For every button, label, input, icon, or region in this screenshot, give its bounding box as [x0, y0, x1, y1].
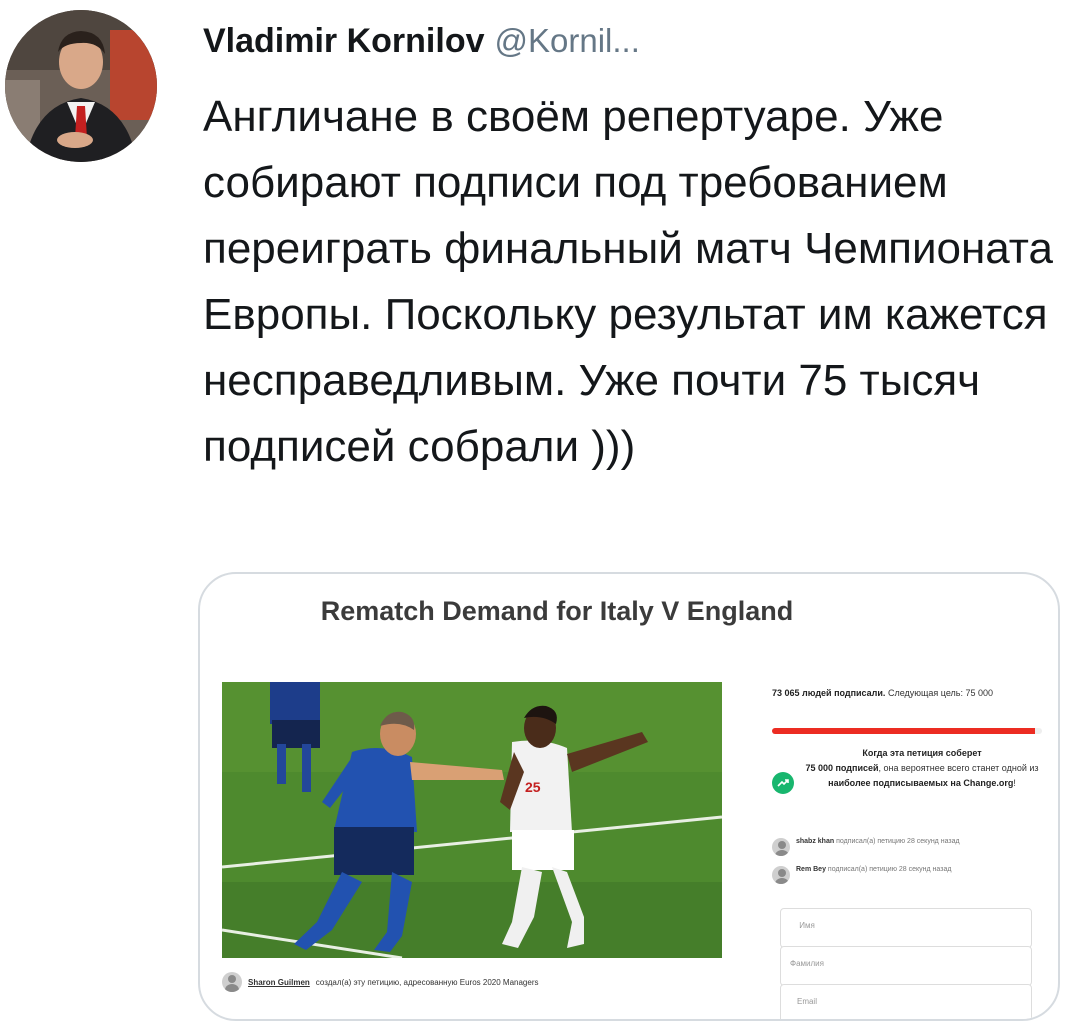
email-placeholder: Email: [796, 997, 817, 1006]
signer-text: подписал(а) петицию 28 секунд назад: [827, 866, 952, 873]
last-name-field[interactable]: Фамилия: [780, 946, 1032, 986]
user-icon: [772, 866, 790, 884]
signature-count-bold: 73 065 людей подписали.: [772, 688, 886, 698]
author-handle[interactable]: @Kornil...: [495, 22, 640, 60]
recent-signer: shabz khan подписал(а) петицию 28 секунд…: [772, 836, 1042, 856]
progress-bar: [772, 728, 1042, 734]
tweet-text: Англичане в своём репертуаре. Уже собира…: [203, 92, 1053, 471]
signer-name: Rem Bey: [796, 866, 826, 873]
petition-title: Rematch Demand for Italy V England: [320, 596, 794, 626]
email-field[interactable]: Email: [780, 984, 1032, 1019]
trending-up-icon: [772, 772, 794, 794]
promo-bold-end: наиболее подписываемых на Change.org: [828, 778, 1014, 788]
last-name-placeholder: Фамилия: [790, 959, 824, 968]
promo-goal: 75 000 подписей: [805, 763, 879, 773]
author-avatar[interactable]: [5, 10, 157, 162]
promo-end: !: [1013, 778, 1016, 788]
link-card[interactable]: Rematch Demand for Italy V England 25 Sh…: [198, 572, 1060, 1021]
signature-goal: Следующая цель: 75 000: [887, 688, 994, 698]
petition-photo: 25: [222, 682, 722, 958]
tweet-header: Vladimir Kornilov @Kornil...: [203, 22, 640, 66]
signature-count: 73 065 людей подписали. Следующая цель: …: [772, 686, 1042, 700]
promo-line1: Когда эта петиция соберет: [862, 748, 982, 758]
signer-text: подписал(а) петицию 28 секунд назад: [836, 838, 960, 845]
promo-line2: , она вероятнее всего станет одной из: [878, 763, 1039, 773]
author-name[interactable]: Vladimir Kornilov: [203, 22, 485, 61]
author-photo: [5, 10, 157, 162]
user-icon: [772, 838, 790, 856]
petition-sidebar: 73 065 людей подписали. Следующая цель: …: [772, 686, 1042, 1019]
player-number: 25: [525, 779, 541, 795]
creator-text: создал(а) эту петицию, адресованную Euro…: [315, 977, 539, 987]
first-name-field[interactable]: Имя: [780, 908, 1032, 948]
first-name-placeholder: Имя: [799, 921, 815, 930]
progress-fill: [772, 728, 1035, 734]
creator-line: Sharon Guilmen создал(а) эту петицию, ад…: [222, 972, 539, 992]
promo-text: Когда эта петиция соберет 75 000 подписе…: [802, 746, 1042, 794]
recent-signer: Rem Bey подписал(а) петицию 28 секунд на…: [772, 864, 1042, 884]
user-icon: [222, 972, 242, 992]
signer-name: shabz khan: [796, 838, 835, 845]
promo-box: Когда эта петиция соберет 75 000 подписе…: [772, 746, 1042, 794]
creator-name[interactable]: Sharon Guilmen: [248, 978, 310, 987]
